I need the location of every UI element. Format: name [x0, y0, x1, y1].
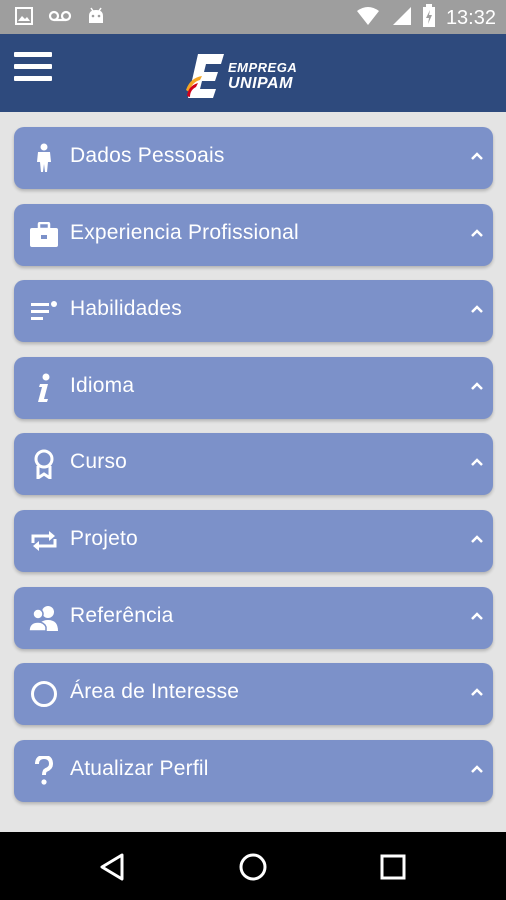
wifi-icon	[356, 5, 380, 32]
section-label: Atualizar Perfil	[70, 756, 209, 780]
question-icon	[28, 755, 60, 787]
signal-icon	[390, 5, 412, 32]
back-icon[interactable]	[96, 850, 130, 884]
section-habilidades[interactable]: Habilidades	[14, 280, 493, 343]
list-icon	[28, 295, 60, 327]
section-curso[interactable]: Curso	[14, 433, 493, 496]
section-projeto[interactable]: Projeto	[14, 509, 493, 572]
status-bar: 13:32	[0, 0, 506, 34]
section-dados-pessoais[interactable]: Dados Pessoais	[14, 127, 493, 189]
logo-text-unipam: UNIPAM	[228, 75, 293, 92]
section-label: Dados Pessoais	[70, 144, 225, 167]
chevron-up-icon	[469, 301, 485, 317]
chevron-up-icon	[469, 608, 485, 624]
chevron-up-icon	[469, 761, 485, 777]
section-label: Área de Interesse	[70, 680, 240, 704]
profile-sections-list: Dados Pessoais Experiencia Profissional …	[14, 127, 493, 816]
section-label: Curso	[70, 450, 128, 474]
section-label: Habilidades	[70, 297, 182, 321]
app-logo: EMPREGA UNIPAM	[184, 50, 314, 102]
system-nav-bar	[0, 832, 506, 900]
hamburger-menu-icon[interactable]	[14, 48, 54, 88]
award-icon	[28, 448, 60, 480]
section-label: Referência	[70, 603, 174, 627]
section-idioma[interactable]: Idioma	[14, 356, 493, 419]
logo-text-emprega: EMPREGA	[228, 60, 298, 75]
chevron-up-icon	[469, 378, 485, 394]
info-icon	[28, 372, 60, 404]
chevron-up-icon	[469, 454, 485, 470]
recents-icon[interactable]	[376, 850, 410, 884]
app-header: EMPREGA UNIPAM	[0, 34, 506, 112]
section-label: Idioma	[70, 373, 135, 397]
repeat-icon	[28, 525, 60, 557]
section-referencia[interactable]: Referência	[14, 586, 493, 649]
section-area-de-interesse[interactable]: Área de Interesse	[14, 663, 493, 726]
person-icon	[28, 142, 60, 174]
section-label: Projeto	[70, 526, 138, 550]
circle-icon	[28, 678, 60, 710]
image-icon	[14, 6, 34, 31]
chevron-up-icon	[469, 225, 485, 241]
chevron-up-icon	[469, 531, 485, 547]
android-icon	[86, 6, 106, 31]
briefcase-icon	[28, 219, 60, 251]
status-time: 13:32	[445, 7, 496, 29]
section-atualizar-perfil[interactable]: Atualizar Perfil	[14, 739, 493, 802]
users-icon	[28, 602, 60, 634]
home-icon[interactable]	[236, 850, 270, 884]
chevron-up-icon	[469, 148, 485, 164]
voicemail-icon	[48, 6, 72, 31]
section-experiencia-profissional[interactable]: Experiencia Profissional	[14, 203, 493, 266]
section-label: Experiencia Profissional	[70, 220, 299, 244]
chevron-up-icon	[469, 684, 485, 700]
battery-charging-icon	[422, 4, 436, 33]
